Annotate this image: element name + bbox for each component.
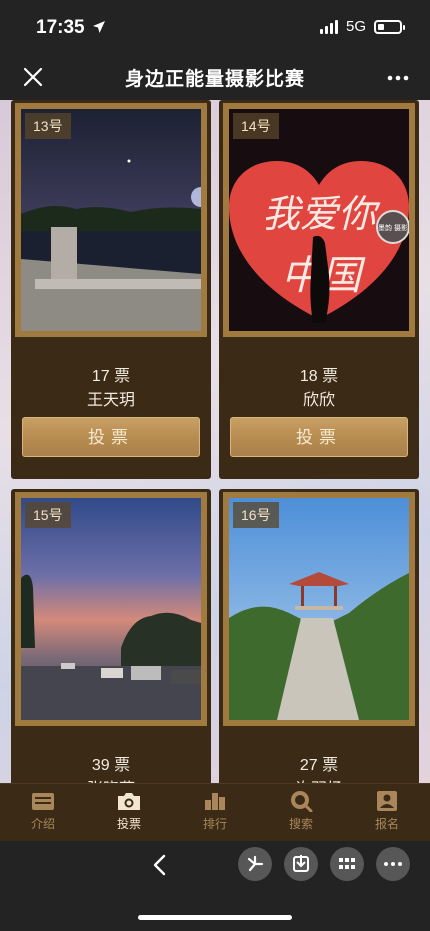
entry-photo[interactable]: 我爱你 中国 墨韵 摄影 14号 xyxy=(223,103,415,337)
intro-icon xyxy=(32,793,54,810)
ellipsis-icon xyxy=(384,862,402,866)
status-time: 17:35 xyxy=(36,17,106,39)
grid-icon xyxy=(339,858,355,869)
browser-toolbar xyxy=(0,841,430,931)
tab-label: 排行 xyxy=(202,817,227,831)
entry-name: 张晓燕 xyxy=(11,775,211,783)
entry-card: 16号 27 票 许羽扬 xyxy=(219,489,419,783)
pavilion-hill-photo xyxy=(229,498,409,720)
entry-number: 14号 xyxy=(233,113,279,139)
back-arrow-icon[interactable] xyxy=(150,853,170,877)
entries-grid: 13号 17 票 王天玥 投票 我爱你 中国 墨韵 摄影 xyxy=(0,100,430,783)
signal-icon xyxy=(319,19,338,34)
entry-number: 13号 xyxy=(25,113,71,139)
entry-name: 许羽扬 xyxy=(219,775,419,783)
location-arrow-icon xyxy=(92,21,105,33)
entry-photo[interactable]: 13号 xyxy=(15,103,207,337)
tab-intro[interactable]: 介绍 xyxy=(0,784,86,842)
camera-icon xyxy=(118,793,140,810)
vote-button[interactable]: 投票 xyxy=(22,417,200,457)
pinwheel-icon xyxy=(247,855,264,872)
status-indicators: 5G xyxy=(319,18,405,35)
entry-votes: 18 票 xyxy=(299,368,339,385)
download-icon xyxy=(293,855,309,872)
battery-icon xyxy=(374,19,405,34)
tab-ranking[interactable]: 排行 xyxy=(172,784,258,842)
tab-label: 报名 xyxy=(374,817,399,831)
network-type: 5G xyxy=(345,18,366,35)
home-indicator[interactable] xyxy=(138,915,292,920)
entry-number: 15号 xyxy=(25,502,71,528)
entry-votes: 39 票 xyxy=(91,757,131,774)
bottom-tab-bar: 介绍 投票 排行 搜索 报名 xyxy=(0,783,430,841)
share-button[interactable] xyxy=(238,847,272,881)
tab-search[interactable]: 搜索 xyxy=(258,784,344,842)
tab-vote[interactable]: 投票 xyxy=(86,784,172,842)
entry-card: 13号 17 票 王天玥 投票 xyxy=(11,100,211,479)
page-title: 身边正能量摄影比赛 xyxy=(124,69,305,90)
entry-card: 15号 39 票 张晓燕 xyxy=(11,489,211,783)
sunset-street-photo xyxy=(21,498,201,720)
photo-watermark: 墨韵 摄影 xyxy=(378,223,408,232)
entry-name: 欣欣 xyxy=(302,392,335,409)
night-lake-photo xyxy=(21,109,201,331)
nav-bar: 身边正能量摄影比赛 xyxy=(0,56,430,100)
vote-button[interactable]: 投票 xyxy=(230,417,408,457)
entry-votes: 27 票 xyxy=(299,757,339,774)
entry-votes: 17 票 xyxy=(91,368,131,385)
tab-signup[interactable]: 报名 xyxy=(344,784,430,842)
more-button[interactable] xyxy=(376,847,410,881)
status-time-text: 17:35 xyxy=(36,17,85,38)
entry-photo[interactable]: 16号 xyxy=(223,492,415,726)
signup-icon xyxy=(377,791,397,811)
entry-card: 我爱你 中国 墨韵 摄影 14号 18 票 欣欣 投票 xyxy=(219,100,419,479)
apps-button[interactable] xyxy=(330,847,364,881)
tab-label: 介绍 xyxy=(30,817,55,831)
heart-lantern-photo: 我爱你 中国 墨韵 摄影 xyxy=(229,109,409,331)
tab-label: 投票 xyxy=(116,817,141,831)
ranking-icon xyxy=(205,793,225,810)
tab-label: 搜索 xyxy=(288,817,313,831)
status-bar: 17:35 5G xyxy=(0,0,430,56)
photo-text-1: 我爱你 xyxy=(262,192,381,236)
entry-photo[interactable]: 15号 xyxy=(15,492,207,726)
download-button[interactable] xyxy=(284,847,318,881)
screen: 17:35 5G 身边正能量摄影比赛 13号 17 票 王天玥 投票 我爱你 墨… xyxy=(0,0,430,931)
search-icon xyxy=(291,791,313,812)
entry-name: 王天玥 xyxy=(86,392,135,409)
more-options-icon[interactable] xyxy=(386,74,410,98)
entry-number: 16号 xyxy=(233,502,279,528)
